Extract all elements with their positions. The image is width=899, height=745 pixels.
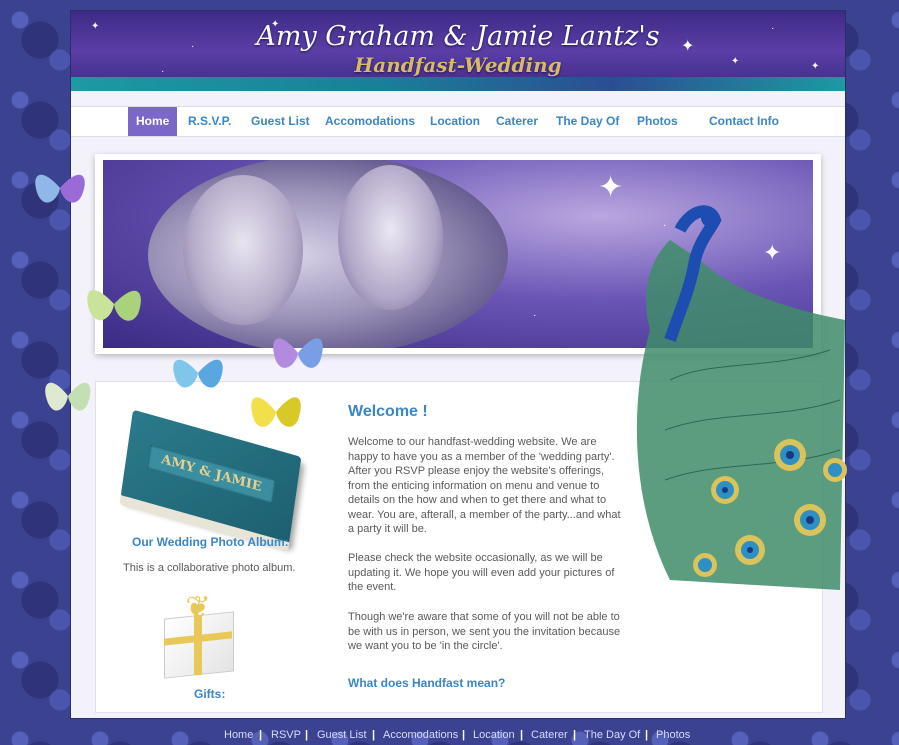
footer-separator: |	[645, 729, 649, 741]
footer-nav: Home | RSVP | Guest List | Accomodations…	[0, 727, 899, 745]
peacock-illustration	[636, 205, 847, 590]
nav-the-day-of[interactable]: The Day Of	[548, 107, 627, 136]
footer-link-rsvp[interactable]: RSVP	[271, 729, 301, 741]
nav-location[interactable]: Location	[422, 107, 488, 136]
nav-guest-list[interactable]: Guest List	[243, 107, 318, 136]
nav-photos[interactable]: Photos	[629, 107, 686, 136]
footer-separator: |	[259, 729, 263, 741]
welcome-paragraph-2: Please check the website occasionally, a…	[348, 552, 615, 593]
footer-separator: |	[305, 729, 309, 741]
butterfly-purple-icon	[35, 174, 85, 203]
nav-home[interactable]: Home	[128, 107, 178, 136]
main-nav: Home R.S.V.P. Guest List Accomodations L…	[71, 106, 845, 137]
footer-separator: |	[520, 729, 524, 741]
welcome-paragraph-3: Though we're aware that some of you will…	[348, 611, 621, 652]
gift-box-image[interactable]: ❦	[158, 591, 238, 679]
footer-link-home[interactable]: Home	[224, 729, 253, 741]
site-banner: ✦ · ✦ ✦ · ✦ · ✦ Amy Graham & Jamie Lantz…	[71, 11, 845, 91]
gifts-heading[interactable]: Gifts:	[194, 687, 225, 701]
butterfly-green-icon	[87, 290, 141, 321]
nav-caterer[interactable]: Caterer	[488, 107, 546, 136]
butterfly-pale-icon	[45, 382, 91, 411]
site-title: Amy Graham & Jamie Lantz's	[256, 21, 660, 52]
footer-link-guest-list[interactable]: Guest List	[317, 729, 367, 741]
nav-rsvp[interactable]: R.S.V.P.	[180, 107, 239, 136]
album-heading[interactable]: Our Wedding Photo Album:	[132, 535, 289, 549]
nav-contact-info[interactable]: Contact Info	[701, 107, 787, 136]
site-subtitle: Handfast-Wedding	[354, 53, 562, 77]
footer-link-the-day-of[interactable]: The Day Of	[584, 729, 640, 741]
welcome-paragraph-1: Welcome to our handfast-wedding website.…	[348, 436, 621, 535]
butterfly-yellow-icon	[251, 397, 301, 427]
footer-link-caterer[interactable]: Caterer	[531, 729, 568, 741]
footer-separator: |	[372, 729, 376, 741]
album-cover-label: AMY & JAMIE	[147, 444, 276, 504]
welcome-heading: Welcome !	[348, 403, 428, 420]
bow-icon: ❦	[185, 591, 211, 624]
portrait-amy	[183, 175, 303, 325]
butterfly-blue-icon	[173, 359, 223, 388]
footer-separator: |	[573, 729, 577, 741]
handfast-subheading: What does Handfast mean?	[348, 676, 506, 690]
footer-separator: |	[462, 729, 466, 741]
footer-link-accomodations[interactable]: Accomodations	[383, 729, 458, 741]
butterfly-violet-icon	[273, 338, 323, 368]
album-description: This is a collaborative photo album.	[123, 562, 296, 574]
nav-accomodations[interactable]: Accomodations	[317, 107, 423, 136]
portrait-jamie	[338, 165, 443, 310]
footer-link-location[interactable]: Location	[473, 729, 515, 741]
footer-link-photos[interactable]: Photos	[656, 729, 690, 741]
